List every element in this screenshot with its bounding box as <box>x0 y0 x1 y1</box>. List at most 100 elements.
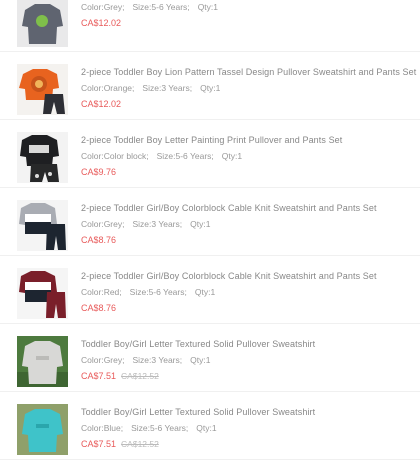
order-item[interactable]: Toddler Boy/Girl Letter Textured Solid P… <box>0 392 420 460</box>
qty-value: 1 <box>211 423 217 433</box>
separator: ; <box>189 83 193 93</box>
color-value: Grey <box>103 219 123 229</box>
product-thumbnail[interactable] <box>17 132 68 183</box>
item-info: Color:Grey; Size:5-6 Years; Qty:1 CA$12.02 <box>81 0 420 29</box>
price-row: CA$12.02 <box>81 98 420 110</box>
order-item[interactable]: Toddler Boy/Girl Letter Textured Solid P… <box>0 324 420 392</box>
qty-value: 1 <box>205 219 211 229</box>
product-thumbnail[interactable] <box>17 0 68 47</box>
color-value: Color block <box>103 151 147 161</box>
product-title[interactable]: Toddler Boy/Girl Letter Textured Solid P… <box>81 338 420 351</box>
price: CA$8.76 <box>81 303 117 313</box>
qty-label: Qty: <box>200 83 216 93</box>
size-value: 3 Years <box>151 219 180 229</box>
item-info: 2-piece Toddler Boy Lion Pattern Tassel … <box>81 66 420 110</box>
qty-label: Qty: <box>190 355 206 365</box>
order-item[interactable]: 2-piece Toddler Girl/Boy Colorblock Cabl… <box>0 256 420 324</box>
price: CA$8.76 <box>81 235 117 245</box>
separator: ; <box>185 423 189 433</box>
separator: ; <box>179 219 183 229</box>
color-label: Color: <box>81 355 104 365</box>
qty-value: 1 <box>210 287 216 297</box>
qty-label: Qty: <box>196 423 212 433</box>
product-thumbnail[interactable] <box>17 404 68 455</box>
qty-label: Qty: <box>197 2 214 12</box>
color-value: Red <box>103 287 120 297</box>
size-label: Size: <box>156 151 176 161</box>
separator: ; <box>119 287 122 297</box>
variant-details: Color:Color block; Size:5-6 Years; Qty:1 <box>81 150 420 162</box>
variant-details: Color:Orange; Size:3 Years; Qty:1 <box>81 82 420 94</box>
item-info: Toddler Boy/Girl Letter Textured Solid P… <box>81 406 420 450</box>
price-row: CA$12.02 <box>81 17 420 29</box>
order-item[interactable]: 2-piece Toddler Boy Letter Painting Prin… <box>0 120 420 188</box>
variant-details: Color:Grey; Size:5-6 Years; Qty:1 <box>81 1 420 13</box>
size-value: 5-6 Years <box>175 151 212 161</box>
price: CA$7.51 <box>81 371 117 381</box>
order-item[interactable]: 2-piece Toddler Boy Lion Pattern Tassel … <box>0 52 420 120</box>
color-label: Color: <box>81 423 104 433</box>
product-title[interactable]: Toddler Boy/Girl Letter Textured Solid P… <box>81 406 420 419</box>
product-image <box>17 404 68 455</box>
size-value: 3 Years <box>161 83 190 93</box>
separator: ; <box>122 355 125 365</box>
order-item-list: Color:Grey; Size:5-6 Years; Qty:1 CA$12.02… <box>0 0 420 460</box>
size-label: Size: <box>142 83 162 93</box>
size-value: 5-6 Years <box>148 287 185 297</box>
price-row: CA$7.51 CA$12.52 <box>81 438 420 450</box>
product-thumbnail[interactable] <box>17 64 68 115</box>
separator: ; <box>179 355 183 365</box>
price: CA$12.02 <box>81 18 122 28</box>
color-value: Orange <box>103 83 133 93</box>
variant-details: Color:Blue; Size:5-6 Years; Qty:1 <box>81 422 420 434</box>
qty-value: 1 <box>215 83 221 93</box>
qty-label: Qty: <box>221 151 238 161</box>
separator: ; <box>211 151 214 161</box>
color-label: Color: <box>81 219 104 229</box>
product-title[interactable]: 2-piece Toddler Boy Letter Painting Prin… <box>81 134 420 147</box>
product-title[interactable]: 2-piece Toddler Girl/Boy Colorblock Cabl… <box>81 202 420 215</box>
separator: ; <box>122 2 125 12</box>
color-value: Blue <box>103 423 121 433</box>
color-label: Color: <box>81 287 104 297</box>
product-image <box>17 0 68 47</box>
price: CA$7.51 <box>81 439 117 449</box>
color-value: Grey <box>103 2 123 12</box>
separator: ; <box>184 287 187 297</box>
product-thumbnail[interactable] <box>17 200 68 251</box>
qty-value: 1 <box>237 151 243 161</box>
color-value: Grey <box>103 355 123 365</box>
order-item[interactable]: 2-piece Toddler Girl/Boy Colorblock Cabl… <box>0 188 420 256</box>
qty-value: 1 <box>205 355 211 365</box>
product-thumbnail[interactable] <box>17 268 68 319</box>
qty-value: 1 <box>213 2 219 12</box>
separator: ; <box>132 83 135 93</box>
product-title[interactable]: 2-piece Toddler Girl/Boy Colorblock Cabl… <box>81 270 420 283</box>
product-image <box>17 268 68 319</box>
product-image <box>17 336 68 387</box>
variant-details: Color:Red; Size:5-6 Years; Qty:1 <box>81 286 420 298</box>
product-thumbnail[interactable] <box>17 336 68 387</box>
qty-label: Qty: <box>190 219 206 229</box>
separator: ; <box>122 219 125 229</box>
variant-details: Color:Grey; Size:3 Years; Qty:1 <box>81 354 420 366</box>
size-value: 5-6 Years <box>151 2 188 12</box>
item-info: 2-piece Toddler Boy Letter Painting Prin… <box>81 134 420 178</box>
color-label: Color: <box>81 151 104 161</box>
separator: ; <box>187 2 190 12</box>
variant-details: Color:Grey; Size:3 Years; Qty:1 <box>81 218 420 230</box>
product-title[interactable]: 2-piece Toddler Boy Lion Pattern Tassel … <box>81 66 420 79</box>
separator: ; <box>120 423 124 433</box>
price: CA$9.76 <box>81 167 117 177</box>
size-label: Size: <box>132 219 152 229</box>
price-row: CA$9.76 <box>81 166 420 178</box>
size-value: 5-6 Years <box>149 423 186 433</box>
size-value: 3 Years <box>151 355 180 365</box>
price-row: CA$8.76 <box>81 302 420 314</box>
item-info: 2-piece Toddler Girl/Boy Colorblock Cabl… <box>81 202 420 246</box>
price: CA$12.02 <box>81 99 122 109</box>
order-item[interactable]: Color:Grey; Size:5-6 Years; Qty:1 CA$12.02 <box>0 0 420 52</box>
product-image <box>17 200 68 251</box>
item-info: Toddler Boy/Girl Letter Textured Solid P… <box>81 338 420 382</box>
size-label: Size: <box>132 2 152 12</box>
